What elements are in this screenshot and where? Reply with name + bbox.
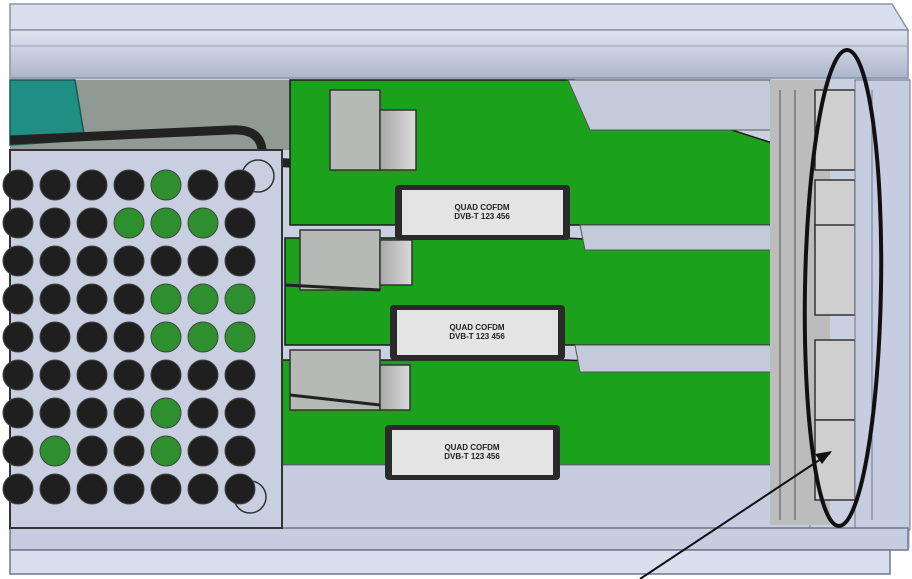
bottom-rail [9,527,909,551]
vent-hole [187,397,219,429]
vent-hole [2,435,34,467]
bottom-rail-lip [9,549,891,575]
vent-hole [76,169,108,201]
vent-hole [224,245,256,277]
vent-hole [224,397,256,429]
vent-hole [76,283,108,315]
module-label-3: QUAD COFDM DVB-T 123 456 [392,443,552,461]
vent-hole [39,359,71,391]
vent-hole [150,207,182,239]
vent-hole [2,473,34,505]
shelf-3 [574,344,776,373]
module-label-1: QUAD COFDM DVB-T 123 456 [402,203,562,221]
vent-hole [39,283,71,315]
vent-hole [113,207,145,239]
vent-hole [113,473,145,505]
top-rail [9,3,910,31]
vent-hole [187,435,219,467]
vent-hole [2,169,34,201]
vent-hole [113,435,145,467]
module-3-line2: DVB-T 123 456 [444,452,500,461]
module-2-line1: QUAD COFDM [449,323,505,332]
module-1-line1: QUAD COFDM [454,203,510,212]
vent-hole [187,359,219,391]
vent-hole [187,321,219,353]
vent-hole [2,359,34,391]
vent-hole [113,359,145,391]
vent-hole [150,435,182,467]
vent-hole [39,321,71,353]
vent-hole [187,283,219,315]
vent-hole [76,435,108,467]
vent-hole [76,359,108,391]
vent-hole [187,245,219,277]
vent-hole [76,207,108,239]
vent-hole [39,435,71,467]
module-1-line2: DVB-T 123 456 [454,212,510,221]
vent-hole [2,321,34,353]
vent-hole [2,283,34,315]
vent-hole [113,283,145,315]
top-rail-front [9,29,909,79]
vent-hole [224,283,256,315]
vent-hole [113,397,145,429]
vent-hole [113,245,145,277]
vent-hole [113,169,145,201]
vent-hole [2,207,34,239]
vent-hole [150,473,182,505]
module-2-line2: DVB-T 123 456 [449,332,505,341]
vent-hole [150,359,182,391]
vent-hole [76,245,108,277]
vent-hole [39,473,71,505]
vent-hole [224,207,256,239]
vent-hole [224,321,256,353]
vent-hole [76,321,108,353]
vent-hole [2,245,34,277]
vent-hole [150,245,182,277]
shelf-2 [579,224,776,251]
vent-hole [187,473,219,505]
module-label-2: QUAD COFDM DVB-T 123 456 [397,323,557,341]
shelf-1 [567,79,776,131]
vent-hole [224,169,256,201]
chassis-diagram [0,0,912,579]
vent-hole [187,169,219,201]
vent-hole [76,473,108,505]
edge-connector-stack [770,79,911,531]
vent-hole [150,169,182,201]
vent-hole [39,245,71,277]
vent-hole [150,321,182,353]
vent-hole [39,397,71,429]
vent-hole [2,397,34,429]
vent-hole [224,435,256,467]
vent-hole [76,397,108,429]
perforated-cover-plate [2,149,283,529]
vent-hole [150,397,182,429]
vent-hole [187,207,219,239]
vent-hole [113,321,145,353]
vent-hole [39,207,71,239]
vent-hole [39,169,71,201]
vent-hole [150,283,182,315]
vent-hole [224,359,256,391]
vent-hole [224,473,256,505]
module-3-line1: QUAD COFDM [444,443,500,452]
